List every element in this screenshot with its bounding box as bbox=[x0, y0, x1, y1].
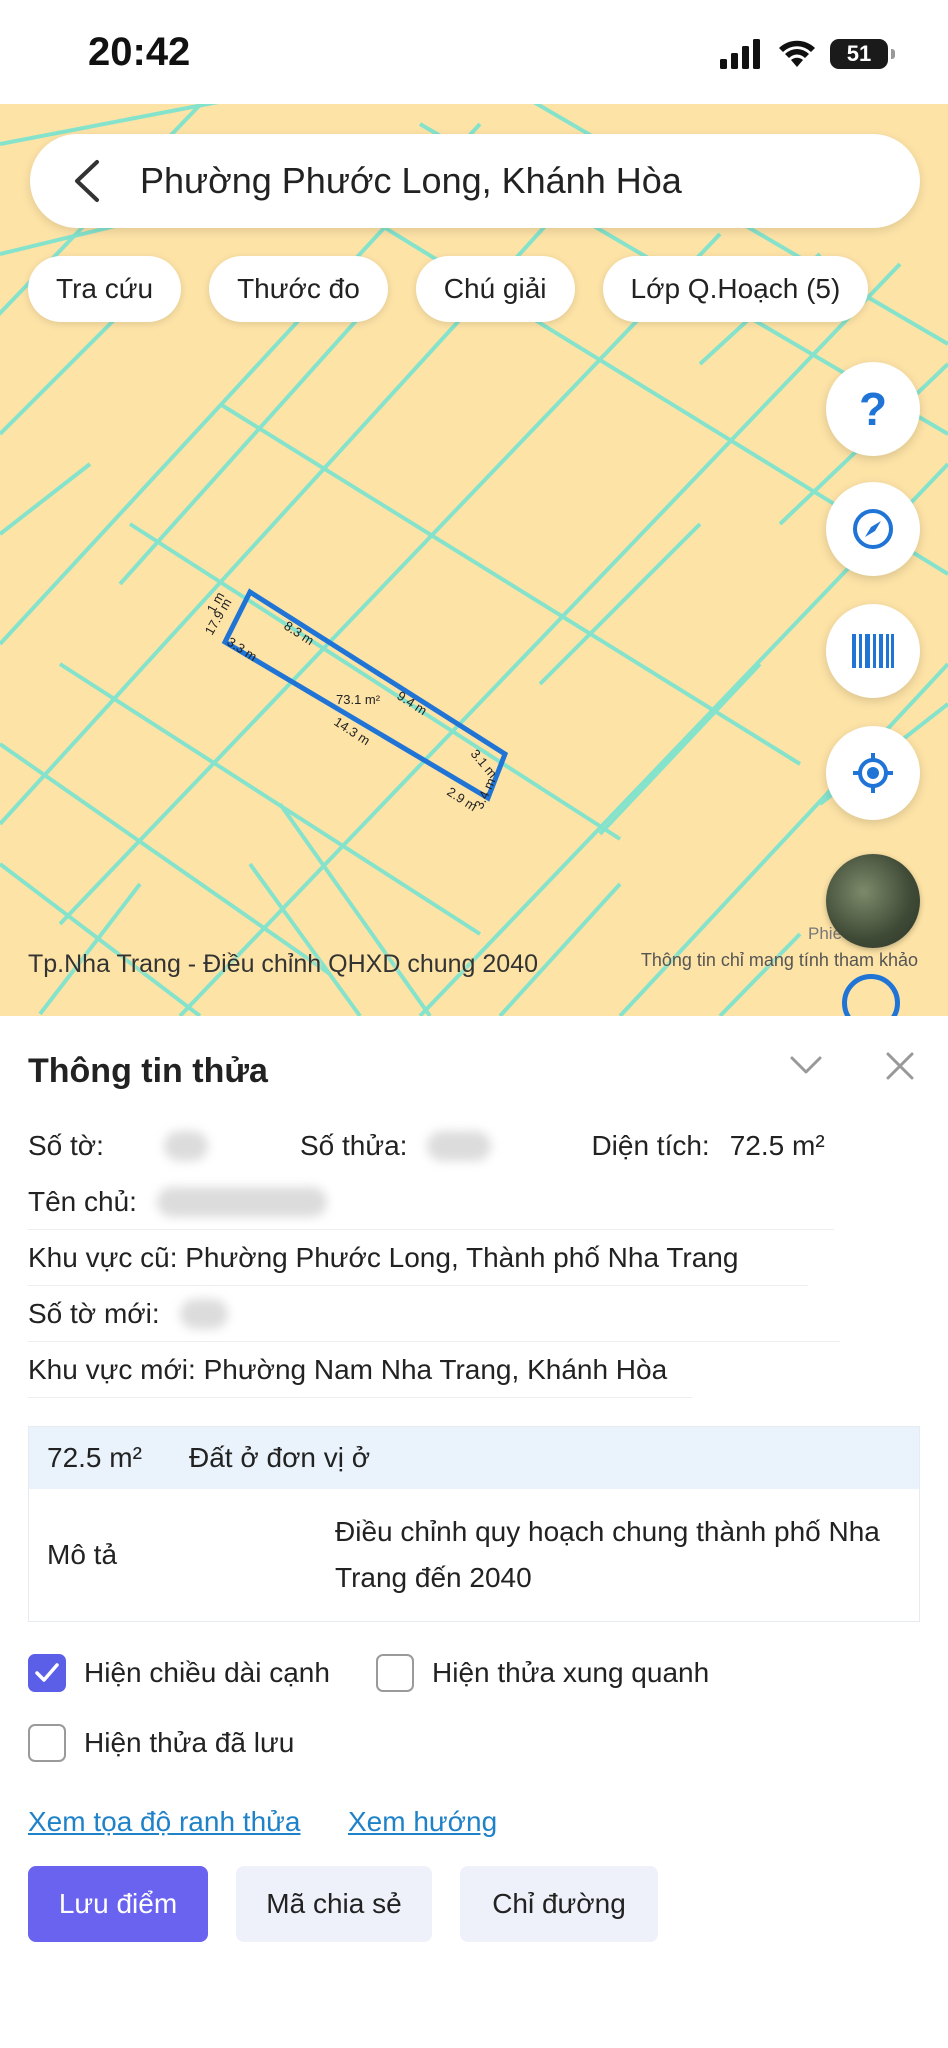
dien-tich-value: 72.5 m² bbox=[729, 1130, 825, 1161]
checkbox-unchecked[interactable] bbox=[28, 1724, 66, 1762]
parcel-area-label: 73.1 m² bbox=[336, 692, 381, 707]
battery-icon: 51 bbox=[830, 39, 895, 69]
back-button[interactable] bbox=[56, 151, 116, 211]
so-thua-value-redacted bbox=[427, 1131, 492, 1161]
signal-icon bbox=[720, 39, 760, 69]
checkbox-checked[interactable] bbox=[28, 1654, 66, 1692]
sheet-parcel-area-row: Số tờ: Số thửa: Diện tích: 72.5 m² bbox=[28, 1118, 920, 1174]
search-bar[interactable]: Phường Phước Long, Khánh Hòa bbox=[30, 134, 920, 228]
status-time: 20:42 bbox=[88, 30, 191, 74]
view-boundary-coords-link[interactable]: Xem tọa độ ranh thửa bbox=[28, 1806, 300, 1838]
so-to-value-redacted bbox=[163, 1131, 208, 1161]
status-icons: 51 bbox=[720, 36, 895, 72]
status-bar: 20:42 51 bbox=[0, 0, 948, 104]
so-thua-label: Số thửa: bbox=[299, 1130, 408, 1161]
chip-chu-giai[interactable]: Chú giải bbox=[415, 256, 575, 322]
collapse-button[interactable] bbox=[786, 1044, 826, 1084]
new-sheet-row: Số tờ mới: bbox=[28, 1286, 840, 1342]
dien-tich-label: Diện tích: bbox=[591, 1130, 710, 1161]
show-neighbors-toggle[interactable]: Hiện thửa xung quanh bbox=[376, 1654, 709, 1692]
compass-icon bbox=[853, 509, 893, 549]
ten-chu-value-redacted bbox=[156, 1186, 327, 1217]
my-location-button[interactable] bbox=[826, 726, 920, 820]
map-canvas: 73.1 m² 8.3 m 9.4 m 3.1 m 3.4 m 14.3 m 2… bbox=[0, 104, 948, 1016]
show-edges-toggle[interactable]: Hiện chiều dài cạnh bbox=[28, 1654, 330, 1692]
so-to-label: Số tờ: bbox=[28, 1130, 104, 1161]
description-value: Điều chỉnh quy hoạch chung thành phố Nha… bbox=[335, 1516, 880, 1593]
chevron-down-icon bbox=[790, 1056, 822, 1074]
khu-vuc-moi-text: Khu vực mới: Phường Nam Nha Trang, Khánh… bbox=[28, 1353, 668, 1385]
so-to-moi-label: Số tờ mới: bbox=[28, 1297, 160, 1329]
panel-title: Thông tin thửa bbox=[28, 1052, 268, 1090]
map-disclaimer: Thông tin chỉ mang tính tham khảo bbox=[640, 950, 918, 970]
description-row: Mô tả Điều chỉnh quy hoạch chung thành p… bbox=[29, 1489, 919, 1621]
wifi-icon bbox=[779, 40, 815, 67]
chip-thuoc-do[interactable]: Thước đo bbox=[209, 256, 388, 322]
show-saved-label: Hiện thửa đã lưu bbox=[84, 1727, 295, 1758]
map-view[interactable]: 73.1 m² 8.3 m 9.4 m 3.1 m 3.4 m 14.3 m 2… bbox=[0, 104, 948, 1016]
chip-tra-cuu[interactable]: Tra cứu bbox=[28, 256, 182, 322]
barcode-button[interactable] bbox=[826, 604, 920, 698]
land-use-row: 72.5 m² Đất ở đơn vị ở bbox=[29, 1427, 919, 1489]
so-to-moi-value-redacted bbox=[179, 1298, 228, 1329]
help-button[interactable]: ? bbox=[826, 362, 920, 456]
ten-chu-label: Tên chủ: bbox=[28, 1185, 137, 1217]
show-edges-label: Hiện chiều dài cạnh bbox=[84, 1657, 330, 1688]
old-area-row: Khu vực cũ: Phường Phước Long, Thành phố… bbox=[28, 1230, 808, 1286]
directions-button[interactable]: Chỉ đường bbox=[460, 1866, 658, 1942]
satellite-layer-button[interactable] bbox=[826, 854, 920, 948]
show-saved-toggle[interactable]: Hiện thửa đã lưu bbox=[28, 1724, 294, 1762]
chevron-left-icon bbox=[75, 160, 99, 202]
parcel-info-panel: Thông tin thửa Số tờ: Số thửa: Diện tích… bbox=[0, 1016, 948, 2048]
land-use-type: Đất ở đơn vị ở bbox=[189, 1442, 371, 1473]
close-button[interactable] bbox=[880, 1046, 920, 1086]
view-direction-link[interactable]: Xem hướng bbox=[348, 1806, 497, 1838]
land-use-area: 72.5 m² bbox=[47, 1442, 142, 1473]
show-neighbors-label: Hiện thửa xung quanh bbox=[432, 1657, 710, 1688]
compass-button[interactable] bbox=[826, 482, 920, 576]
checkbox-unchecked[interactable] bbox=[376, 1654, 414, 1692]
close-icon bbox=[886, 1052, 914, 1080]
crosshair-icon bbox=[853, 753, 893, 793]
map-plan-caption: Tp.Nha Trang - Điều chỉnh QHXD chung 204… bbox=[28, 950, 538, 978]
chip-lop-quy-hoach[interactable]: Lớp Q.Hoạch (5) bbox=[602, 256, 869, 322]
planning-info-table: 72.5 m² Đất ở đơn vị ở Mô tả Điều chỉnh … bbox=[28, 1426, 920, 1622]
check-icon bbox=[35, 1663, 59, 1682]
map-chip-row: Tra cứu Thước đo Chú giải Lớp Q.Hoạch (5… bbox=[28, 256, 869, 322]
owner-row: Tên chủ: bbox=[28, 1174, 834, 1230]
share-code-button[interactable]: Mã chia sẻ bbox=[236, 1866, 432, 1942]
search-location-text[interactable]: Phường Phước Long, Khánh Hòa bbox=[140, 160, 682, 202]
description-label: Mô tả bbox=[47, 1539, 118, 1570]
save-point-button[interactable]: Lưu điểm bbox=[28, 1866, 208, 1942]
khu-vuc-cu-text: Khu vực cũ: Phường Phước Long, Thành phố… bbox=[28, 1241, 739, 1273]
barcode-icon bbox=[852, 634, 894, 668]
new-area-row: Khu vực mới: Phường Nam Nha Trang, Khánh… bbox=[28, 1342, 692, 1398]
question-icon: ? bbox=[858, 383, 888, 435]
